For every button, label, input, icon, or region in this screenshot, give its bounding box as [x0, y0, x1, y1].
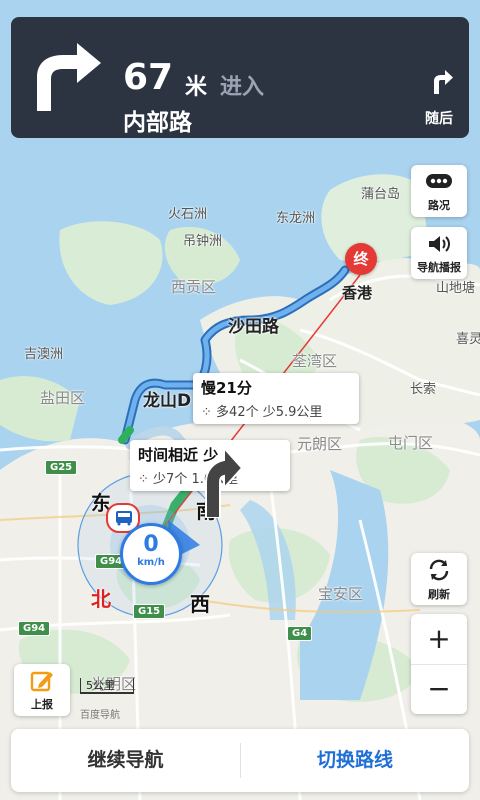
map-label: 蒲台岛 — [361, 187, 401, 202]
traffic-light-icon: ⁘ — [201, 405, 212, 420]
map-label: 长索 — [410, 382, 437, 397]
next-turn-label: 随后 — [425, 111, 453, 127]
refresh-button[interactable]: 刷新 — [411, 553, 467, 605]
map-label: 山地塘 — [436, 281, 476, 296]
maneuver-action: 进入 — [220, 75, 265, 100]
route-option-detail: ⁘ 多42个 少5.9公里 — [201, 405, 323, 420]
destination-marker[interactable]: 终 — [345, 243, 377, 275]
map-label: 龙山D — [143, 391, 192, 411]
route-option-popup[interactable]: 慢21分 ⁘ 多42个 少5.9公里 — [193, 373, 359, 424]
speed-unit: km/h — [137, 557, 165, 568]
scale-bar: 5公里 — [80, 678, 134, 694]
map-label: 吉澳洲 — [24, 347, 64, 362]
map-label: 香港 — [342, 284, 373, 302]
map-label: 元朗区 — [297, 435, 343, 453]
continue-navigation-button[interactable]: 继续导航 — [11, 729, 240, 792]
route-option-title: 慢21分 — [201, 379, 252, 397]
compass-west-label: 西 — [190, 592, 210, 616]
traffic-light-icon: ⁘ — [138, 472, 149, 487]
road-name: 内部路 — [123, 110, 192, 136]
brand-watermark: 百度导航 — [80, 710, 120, 721]
speed-value: 0 — [143, 532, 159, 557]
voice-broadcast-label: 导航播报 — [417, 261, 461, 274]
maneuver-arrow-icon — [205, 446, 244, 518]
traffic-icon — [426, 174, 452, 188]
map-label: 东龙洲 — [276, 211, 316, 226]
map-label: 火石洲 — [168, 207, 208, 222]
refresh-icon — [429, 559, 449, 581]
map-label: 屯门区 — [388, 434, 434, 452]
traffic-button[interactable]: 路况 — [411, 165, 467, 217]
turn-right-icon — [37, 43, 101, 111]
traffic-label: 路况 — [428, 199, 450, 212]
map-label: 西贡区 — [171, 278, 217, 296]
report-button[interactable]: 上报 — [14, 664, 70, 716]
map-label: 沙田路 — [228, 317, 279, 337]
map-label: 盐田区 — [40, 389, 86, 407]
map-label: 吊钟洲 — [183, 234, 223, 249]
zoom-in-button[interactable]: + — [411, 614, 467, 665]
edit-report-icon — [30, 671, 53, 692]
navigation-banner: 67 米 进入 内部路 随后 — [11, 17, 469, 138]
distance-value: 67 — [123, 57, 174, 98]
speaker-icon — [429, 236, 450, 252]
highway-shield: G4 — [287, 626, 313, 641]
highway-shield: G25 — [45, 460, 78, 475]
zoom-controls: + − — [411, 614, 467, 714]
report-label: 上报 — [31, 698, 53, 711]
refresh-label: 刷新 — [428, 588, 450, 601]
highway-shield: G94 — [18, 621, 51, 636]
speed-indicator: 0 km/h — [120, 523, 182, 585]
map-label: 荃湾区 — [292, 352, 338, 370]
scale-label: 5公里 — [86, 679, 115, 692]
zoom-out-button[interactable]: − — [411, 665, 467, 715]
distance-unit: 米 — [185, 75, 208, 100]
switch-route-button[interactable]: 切换路线 — [241, 729, 469, 792]
compass-north-label: 北 — [91, 587, 111, 611]
voice-broadcast-button[interactable]: 导航播报 — [411, 227, 467, 279]
next-turn-right-icon — [434, 70, 453, 94]
map-label: 宝安区 — [318, 585, 364, 603]
bottom-action-bar: 继续导航 切换路线 — [11, 729, 469, 792]
map-label: 喜灵 — [456, 332, 480, 347]
highway-shield: G15 — [133, 604, 166, 619]
